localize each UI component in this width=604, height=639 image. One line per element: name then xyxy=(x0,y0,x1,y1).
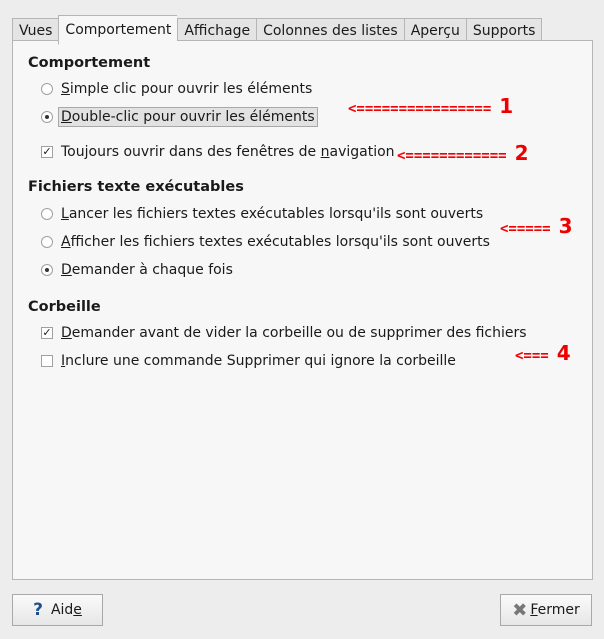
label: Double-clic pour ouvrir les éléments xyxy=(58,107,318,127)
section-title: Corbeille xyxy=(28,299,101,315)
radio-ask[interactable]: Demander à chaque fois xyxy=(41,259,233,281)
label: Fermer xyxy=(530,602,580,618)
radio-single-click[interactable]: Simple clic pour ouvrir les éléments xyxy=(41,78,312,100)
help-button[interactable]: ? Aide xyxy=(12,594,103,626)
radio-icon[interactable] xyxy=(41,83,53,95)
annotation-1: <================ 1 xyxy=(348,94,514,118)
close-icon: ✖ xyxy=(512,599,528,621)
close-button[interactable]: ✖ Fermer xyxy=(500,594,592,626)
radio-double-click[interactable]: Double-clic pour ouvrir les éléments xyxy=(41,106,318,128)
radio-launch[interactable]: Lancer les fichiers textes exécutables l… xyxy=(41,203,483,225)
checkbox-icon[interactable]: ✓ xyxy=(41,327,53,339)
radio-icon[interactable] xyxy=(41,236,53,248)
checkbox-icon[interactable] xyxy=(41,355,53,367)
label: Toujours ouvrir dans des fenêtres de nav… xyxy=(61,144,395,160)
label: Afficher les fichiers textes exécutables… xyxy=(61,234,490,250)
label: Lancer les fichiers textes exécutables l… xyxy=(61,206,484,222)
radio-show[interactable]: Afficher les fichiers textes exécutables… xyxy=(41,231,490,253)
checkbox-delete-command[interactable]: Inclure une commande Supprimer qui ignor… xyxy=(41,350,456,372)
tab-panel: Comportement Simple clic pour ouvrir les… xyxy=(12,40,593,580)
label: Demander à chaque fois xyxy=(61,262,233,278)
label: Demander avant de vider la corbeille ou … xyxy=(61,325,527,341)
checkbox-icon[interactable]: ✓ xyxy=(41,146,53,158)
help-icon: ? xyxy=(33,600,43,620)
tab-comportement[interactable]: Comportement xyxy=(58,15,178,45)
radio-icon[interactable] xyxy=(41,111,53,123)
checkbox-navigation-windows[interactable]: ✓ Toujours ouvrir dans des fenêtres de na… xyxy=(41,141,395,163)
annotation-2: <============ 2 xyxy=(397,141,529,165)
section-title: Fichiers texte exécutables xyxy=(28,179,244,195)
section-title: Comportement xyxy=(28,55,151,71)
annotation-4: <=== 4 xyxy=(515,341,571,365)
annotation-3: <===== 3 xyxy=(500,214,573,238)
label: Aide xyxy=(50,602,82,618)
label: Simple clic pour ouvrir les éléments xyxy=(61,81,313,97)
radio-icon[interactable] xyxy=(41,264,53,276)
radio-icon[interactable] xyxy=(41,208,53,220)
checkbox-confirm-trash[interactable]: ✓ Demander avant de vider la corbeille ou… xyxy=(41,322,527,344)
label: Inclure une commande Supprimer qui ignor… xyxy=(61,353,456,369)
